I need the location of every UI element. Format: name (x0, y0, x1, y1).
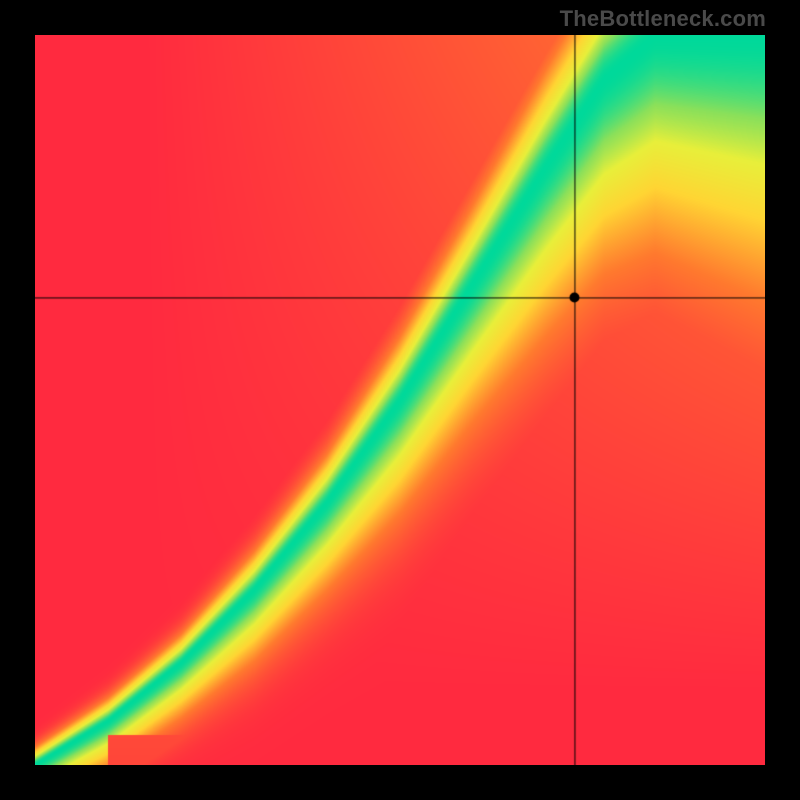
chart-root: TheBottleneck.com (0, 0, 800, 800)
bottleneck-heatmap (35, 35, 765, 765)
watermark-text: TheBottleneck.com (560, 6, 766, 32)
